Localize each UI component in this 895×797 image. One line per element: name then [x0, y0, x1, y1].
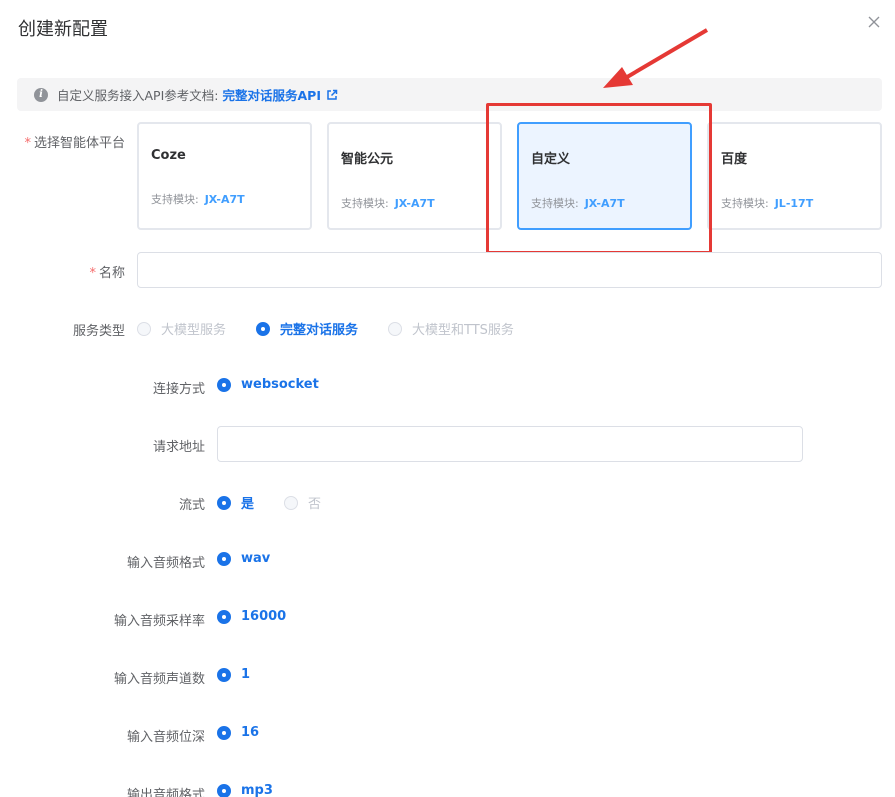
dialog-title: 创建新配置 — [18, 19, 108, 40]
input-format-radio-group: wav — [217, 551, 300, 566]
output-format-label: 输出音频格式 — [126, 788, 205, 797]
stream-option-yes[interactable]: 是 — [217, 493, 254, 512]
info-icon: i — [34, 87, 48, 102]
platform-label-text: 选择智能体平台 — [33, 136, 125, 151]
input-rate-radio-group: 16000 — [217, 609, 316, 624]
radio-dot — [388, 321, 403, 336]
card-modules: 支持模块: JX-A7T — [341, 197, 435, 210]
platform-card-zhineng[interactable]: 智能公元 支持模块: JX-A7T — [327, 122, 502, 230]
output-format-option[interactable]: mp3 — [217, 783, 273, 797]
alert-text: 自定义服务接入API参考文档: — [57, 88, 219, 103]
connection-option-websocket[interactable]: websocket — [217, 377, 319, 392]
input-channels-radio-group: 1 — [217, 667, 280, 682]
close-icon[interactable] — [866, 14, 882, 30]
radio-dot — [217, 495, 231, 510]
card-title: 智能公元 — [341, 152, 394, 167]
service-type-option-llm[interactable]: 大模型服务 — [137, 319, 226, 338]
request-url-input[interactable] — [217, 426, 803, 462]
required-mark: * — [89, 266, 96, 281]
input-rate-label: 输入音频采样率 — [113, 614, 205, 629]
input-channels-label: 输入音频声道数 — [113, 672, 205, 687]
api-doc-link[interactable]: 完整对话服务API — [223, 85, 339, 104]
card-title: 自定义 — [531, 152, 571, 167]
input-depth-label: 输入音频位深 — [126, 730, 205, 745]
output-format-radio-group: mp3 — [217, 783, 303, 797]
input-depth-radio-group: 16 — [217, 725, 289, 740]
connection-label: 连接方式 — [152, 382, 205, 397]
service-type-option-llm-tts[interactable]: 大模型和TTS服务 — [388, 319, 514, 338]
stream-label: 流式 — [178, 498, 205, 513]
card-modules: 支持模块: JL-17T — [721, 197, 814, 210]
platform-card-coze[interactable]: Coze 支持模块: JX-A7T — [137, 122, 312, 230]
name-label: * 名称 — [0, 262, 125, 281]
info-alert: i 自定义服务接入API参考文档: 完整对话服务API — [17, 78, 882, 111]
radio-dot — [284, 495, 299, 510]
input-format-label: 输入音频格式 — [126, 556, 205, 571]
input-rate-option[interactable]: 16000 — [217, 609, 286, 624]
name-input[interactable] — [137, 252, 882, 288]
input-channels-option[interactable]: 1 — [217, 667, 250, 682]
input-format-option[interactable]: wav — [217, 551, 270, 566]
radio-dot — [217, 609, 231, 624]
platform-card-custom[interactable]: 自定义 支持模块: JX-A7T — [517, 122, 692, 230]
service-type-label: 服务类型 — [72, 324, 125, 339]
service-type-radio-group: 大模型服务 完整对话服务 大模型和TTS服务 — [137, 319, 544, 338]
radio-dot — [256, 321, 271, 336]
card-title: Coze — [151, 148, 186, 163]
card-title: 百度 — [721, 152, 748, 167]
card-modules: 支持模块: JX-A7T — [151, 193, 245, 206]
stream-radio-group: 是 否 — [217, 493, 351, 512]
stream-option-no[interactable]: 否 — [284, 493, 321, 512]
request-url-label: 请求地址 — [152, 440, 205, 455]
external-link-icon — [327, 89, 338, 100]
card-modules: 支持模块: JX-A7T — [531, 197, 625, 210]
api-doc-link-label: 完整对话服务API — [222, 88, 322, 103]
name-label-text: 名称 — [98, 266, 125, 281]
radio-dot — [217, 667, 231, 682]
radio-dot — [137, 321, 151, 336]
required-mark: * — [24, 136, 31, 151]
radio-dot — [217, 377, 231, 392]
radio-dot — [217, 551, 231, 566]
connection-radio-group: websocket — [217, 377, 349, 392]
platform-card-baidu[interactable]: 百度 支持模块: JL-17T — [707, 122, 882, 230]
platform-label: * 选择智能体平台 — [0, 132, 125, 151]
input-depth-option[interactable]: 16 — [217, 725, 259, 740]
radio-dot — [217, 725, 231, 740]
service-type-option-full[interactable]: 完整对话服务 — [256, 319, 358, 338]
radio-dot — [217, 783, 231, 797]
